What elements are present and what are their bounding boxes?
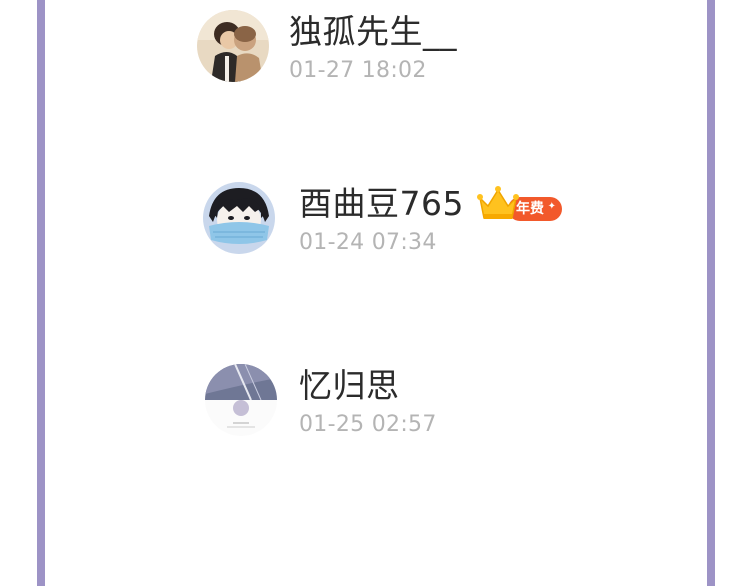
name-row: 酉曲豆765 年费 ✦ — [299, 184, 562, 224]
timestamp: 01-27 18:02 — [289, 58, 427, 83]
username[interactable]: 忆归思 — [299, 366, 400, 406]
left-border — [37, 0, 45, 586]
name-row: 独孤先生__ — [289, 12, 457, 52]
right-border — [707, 0, 715, 586]
list-item[interactable]: 酉曲豆765 年费 ✦ 01-24 07:34 — [203, 182, 623, 262]
list-item[interactable]: 独孤先生__ 01-27 18:02 — [197, 10, 597, 90]
timestamp: 01-25 02:57 — [299, 412, 437, 437]
crown-icon — [477, 186, 519, 219]
username[interactable]: 独孤先生__ — [289, 12, 457, 52]
list-item[interactable]: 忆归思 01-25 02:57 — [205, 364, 605, 444]
avatar[interactable] — [203, 182, 275, 254]
avatar[interactable] — [205, 364, 277, 436]
username[interactable]: 酉曲豆765 — [299, 184, 464, 224]
comment-list: 独孤先生__ 01-27 18:02 酉曲豆765 年费 ✦ 01-24 07:… — [0, 0, 750, 586]
name-row: 忆归思 — [299, 366, 400, 406]
sparkle-icon: ✦ — [547, 201, 556, 212]
timestamp: 01-24 07:34 — [299, 230, 437, 255]
avatar[interactable] — [197, 10, 269, 82]
annual-vip-badge[interactable]: 年费 ✦ — [476, 184, 562, 224]
